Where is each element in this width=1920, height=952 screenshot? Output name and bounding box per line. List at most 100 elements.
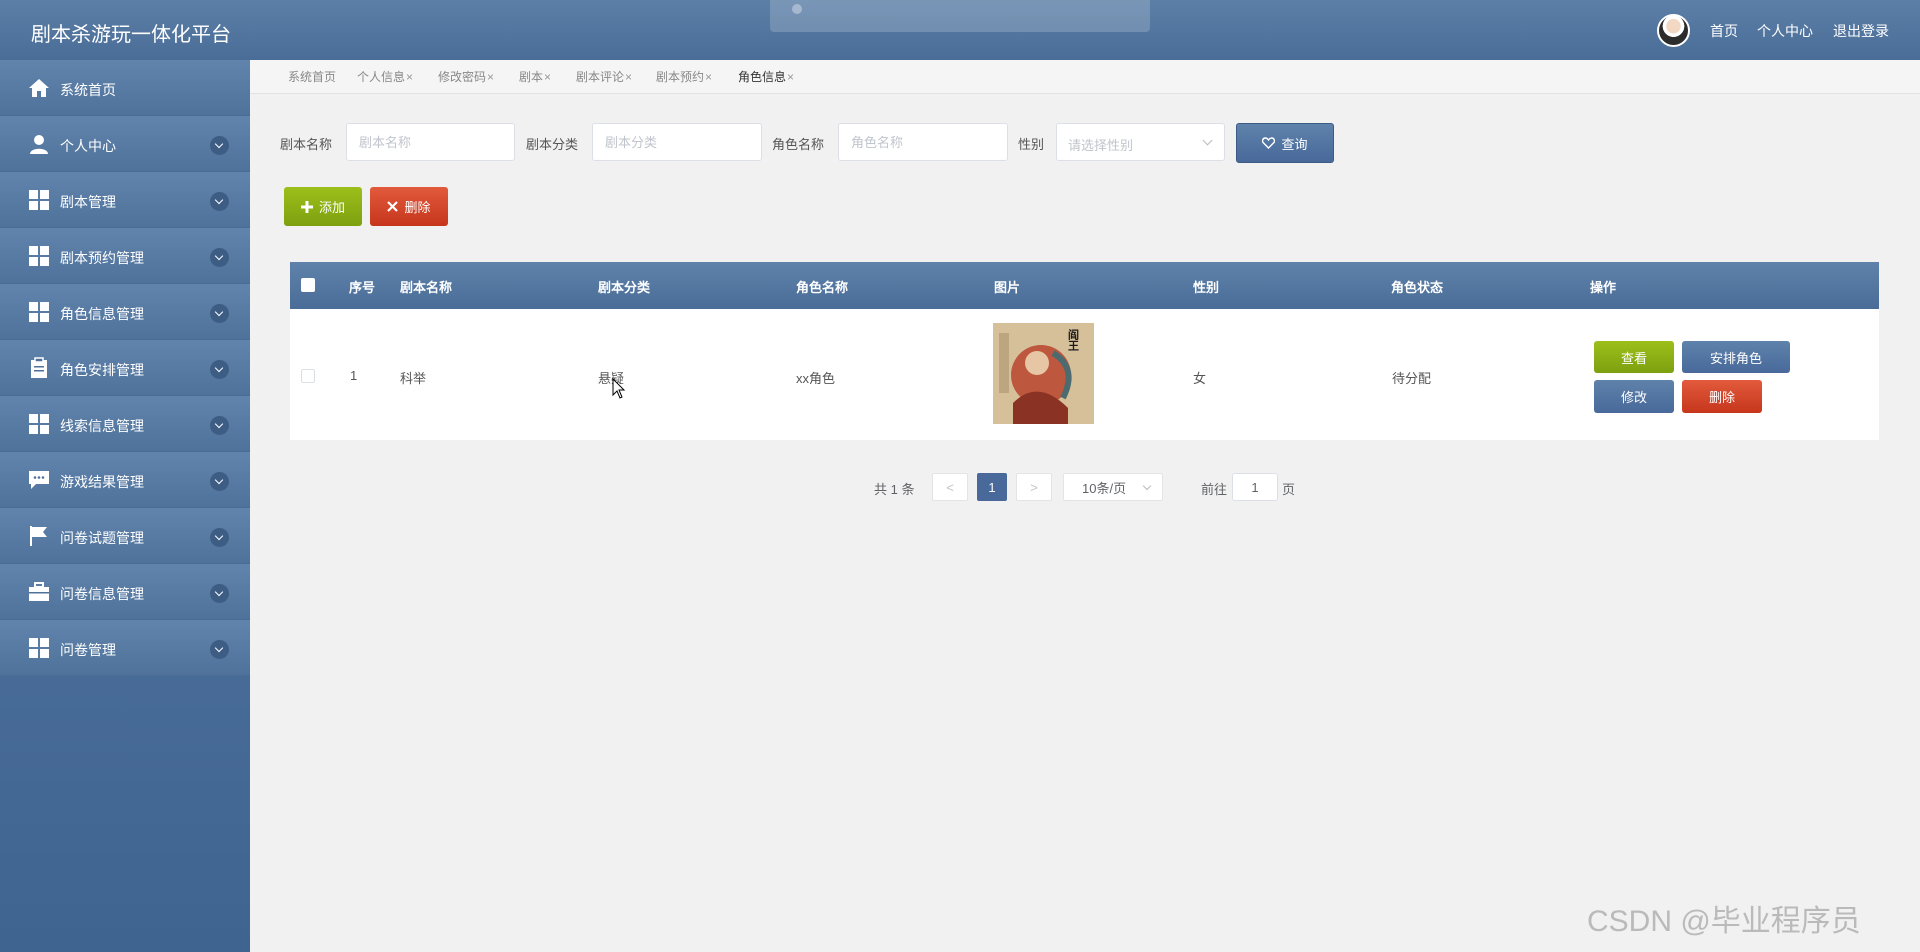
grid-icon (29, 638, 49, 658)
sidebar-item-script-management[interactable]: 剧本管理 (0, 172, 250, 228)
sidebar-item-game-result-management[interactable]: 游戏结果管理 (0, 452, 250, 508)
page-size-select[interactable]: 10条/页 (1063, 473, 1163, 501)
nav-logout-link[interactable]: 退出登录 (1833, 21, 1889, 41)
script-name-input[interactable] (346, 123, 515, 161)
nav-profile-link[interactable]: 个人中心 (1757, 21, 1813, 41)
tab-script-reservation[interactable]: 剧本预约× (656, 68, 712, 85)
gender-select-placeholder: 请选择性别 (1068, 138, 1134, 153)
briefcase-icon (29, 582, 49, 601)
pagination-prev-button[interactable]: < (932, 473, 968, 501)
role-name-input[interactable] (838, 123, 1008, 161)
nav-home-link[interactable]: 首页 (1710, 21, 1738, 41)
plus-icon (300, 200, 313, 213)
close-icon (387, 201, 399, 212)
user-icon (30, 135, 48, 154)
role-image-thumbnail[interactable]: 阎王 (993, 323, 1094, 424)
delete-button[interactable]: 删除 (370, 187, 448, 226)
script-category-input[interactable] (592, 123, 762, 161)
row-delete-button[interactable]: 删除 (1682, 380, 1762, 413)
chevron-left-icon: < (946, 479, 954, 495)
tab-label: 剧本预约 (656, 70, 705, 84)
tab-personal-info[interactable]: 个人信息× (357, 68, 413, 85)
sidebar-item-clue-management[interactable]: 线索信息管理 (0, 396, 250, 452)
view-button[interactable]: 查看 (1594, 341, 1674, 373)
cell-role-name: xx角色 (796, 371, 836, 386)
sidebar-item-role-info-management[interactable]: 角色信息管理 (0, 284, 250, 340)
close-icon[interactable]: × (544, 70, 551, 84)
pagination-page-1[interactable]: 1 (977, 473, 1007, 501)
sidebar-item-personal-center[interactable]: 个人中心 (0, 116, 250, 172)
tab-system-home[interactable]: 系统首页 (288, 68, 336, 85)
pagination-page-number: 1 (988, 479, 996, 495)
add-button[interactable]: 添加 (284, 187, 362, 226)
pagination-goto-input[interactable] (1232, 473, 1278, 501)
select-all-checkbox[interactable] (301, 278, 315, 292)
sidebar-item-label: 线索信息管理 (60, 418, 144, 434)
notification-toast (770, 0, 1150, 32)
pagination-next-button[interactable]: > (1016, 473, 1052, 501)
query-button-label: 查询 (1281, 136, 1308, 152)
row-checkbox[interactable] (301, 369, 315, 383)
gender-select[interactable]: 请选择性别 (1056, 123, 1225, 161)
home-icon (29, 79, 49, 97)
chat-icon (29, 471, 49, 489)
tab-label: 剧本 (519, 70, 544, 84)
mouse-cursor-icon (612, 378, 626, 399)
gender-label: 性别 (1018, 137, 1045, 152)
edit-button-label: 修改 (1620, 390, 1647, 405)
tab-role-info[interactable]: 角色信息× (738, 68, 794, 85)
chevron-down-icon[interactable] (210, 472, 229, 491)
chevron-down-icon[interactable] (210, 192, 229, 211)
sidebar-item-questionnaire-management[interactable]: 问卷管理 (0, 620, 250, 676)
sidebar-item-reservation-management[interactable]: 剧本预约管理 (0, 228, 250, 284)
avatar[interactable] (1657, 14, 1690, 47)
sidebar-item-question-management[interactable]: 问卷试题管理 (0, 508, 250, 564)
chevron-down-icon[interactable] (210, 360, 229, 379)
sidebar-item-label: 问卷管理 (60, 642, 116, 658)
chevron-down-icon[interactable] (210, 416, 229, 435)
tab-change-password[interactable]: 修改密码× (438, 68, 494, 85)
query-button[interactable]: 查询 (1236, 123, 1334, 163)
delete-button-label: 删除 (404, 200, 431, 215)
column-header-role-name: 角色名称 (796, 280, 849, 295)
tab-script-comment[interactable]: 剧本评论× (576, 68, 632, 85)
sidebar: 系统首页 个人中心 剧本管理 剧本预约管理 角色信息管理 角色安排管理 线索信息… (0, 60, 250, 952)
sidebar-item-home[interactable]: 系统首页 (0, 60, 250, 116)
clipboard-icon (31, 357, 47, 378)
sidebar-item-label: 问卷试题管理 (60, 530, 144, 546)
table-row: 1 科举 悬疑 xx角色 阎王 女 待分配 查看 安排角色 修改 删除 (290, 309, 1879, 440)
arrange-role-button[interactable]: 安排角色 (1682, 341, 1790, 373)
sidebar-item-questionnaire-info-management[interactable]: 问卷信息管理 (0, 564, 250, 620)
sidebar-item-label: 问卷信息管理 (60, 586, 144, 602)
sidebar-item-label: 个人中心 (60, 138, 116, 154)
tab-label: 个人信息 (357, 70, 406, 84)
close-icon[interactable]: × (625, 70, 632, 84)
chevron-down-icon[interactable] (210, 136, 229, 155)
close-icon[interactable]: × (787, 70, 794, 84)
tab-script[interactable]: 剧本× (519, 68, 551, 85)
tab-bar: 系统首页 个人信息× 修改密码× 剧本× 剧本评论× 剧本预约× 角色信息× (250, 60, 1920, 94)
cell-script-name: 科举 (400, 371, 427, 386)
page-size-value: 10条/页 (1082, 480, 1127, 496)
close-icon[interactable]: × (487, 70, 494, 84)
chevron-down-icon[interactable] (210, 304, 229, 323)
chevron-down-icon (1202, 135, 1213, 146)
sidebar-item-role-arrangement-management[interactable]: 角色安排管理 (0, 340, 250, 396)
toast-icon (792, 4, 802, 14)
column-header-actions: 操作 (1590, 280, 1617, 295)
pagination-total: 共 1 条 (874, 482, 915, 497)
sidebar-item-label: 游戏结果管理 (60, 474, 144, 490)
close-icon[interactable]: × (406, 70, 413, 84)
edit-button[interactable]: 修改 (1594, 380, 1674, 413)
chevron-down-icon[interactable] (210, 248, 229, 267)
top-header: 剧本杀游玩一体化平台 首页 个人中心 退出登录 (0, 0, 1920, 60)
tab-label: 系统首页 (288, 70, 337, 84)
sidebar-item-label: 剧本预约管理 (60, 250, 144, 266)
chevron-down-icon[interactable] (210, 528, 229, 547)
cell-index: 1 (350, 368, 358, 383)
watermark: CSDN @毕业程序员 (1587, 905, 1861, 938)
close-icon[interactable]: × (705, 70, 712, 84)
chevron-down-icon[interactable] (210, 640, 229, 659)
chevron-down-icon[interactable] (210, 584, 229, 603)
script-category-label: 剧本分类 (526, 137, 579, 152)
